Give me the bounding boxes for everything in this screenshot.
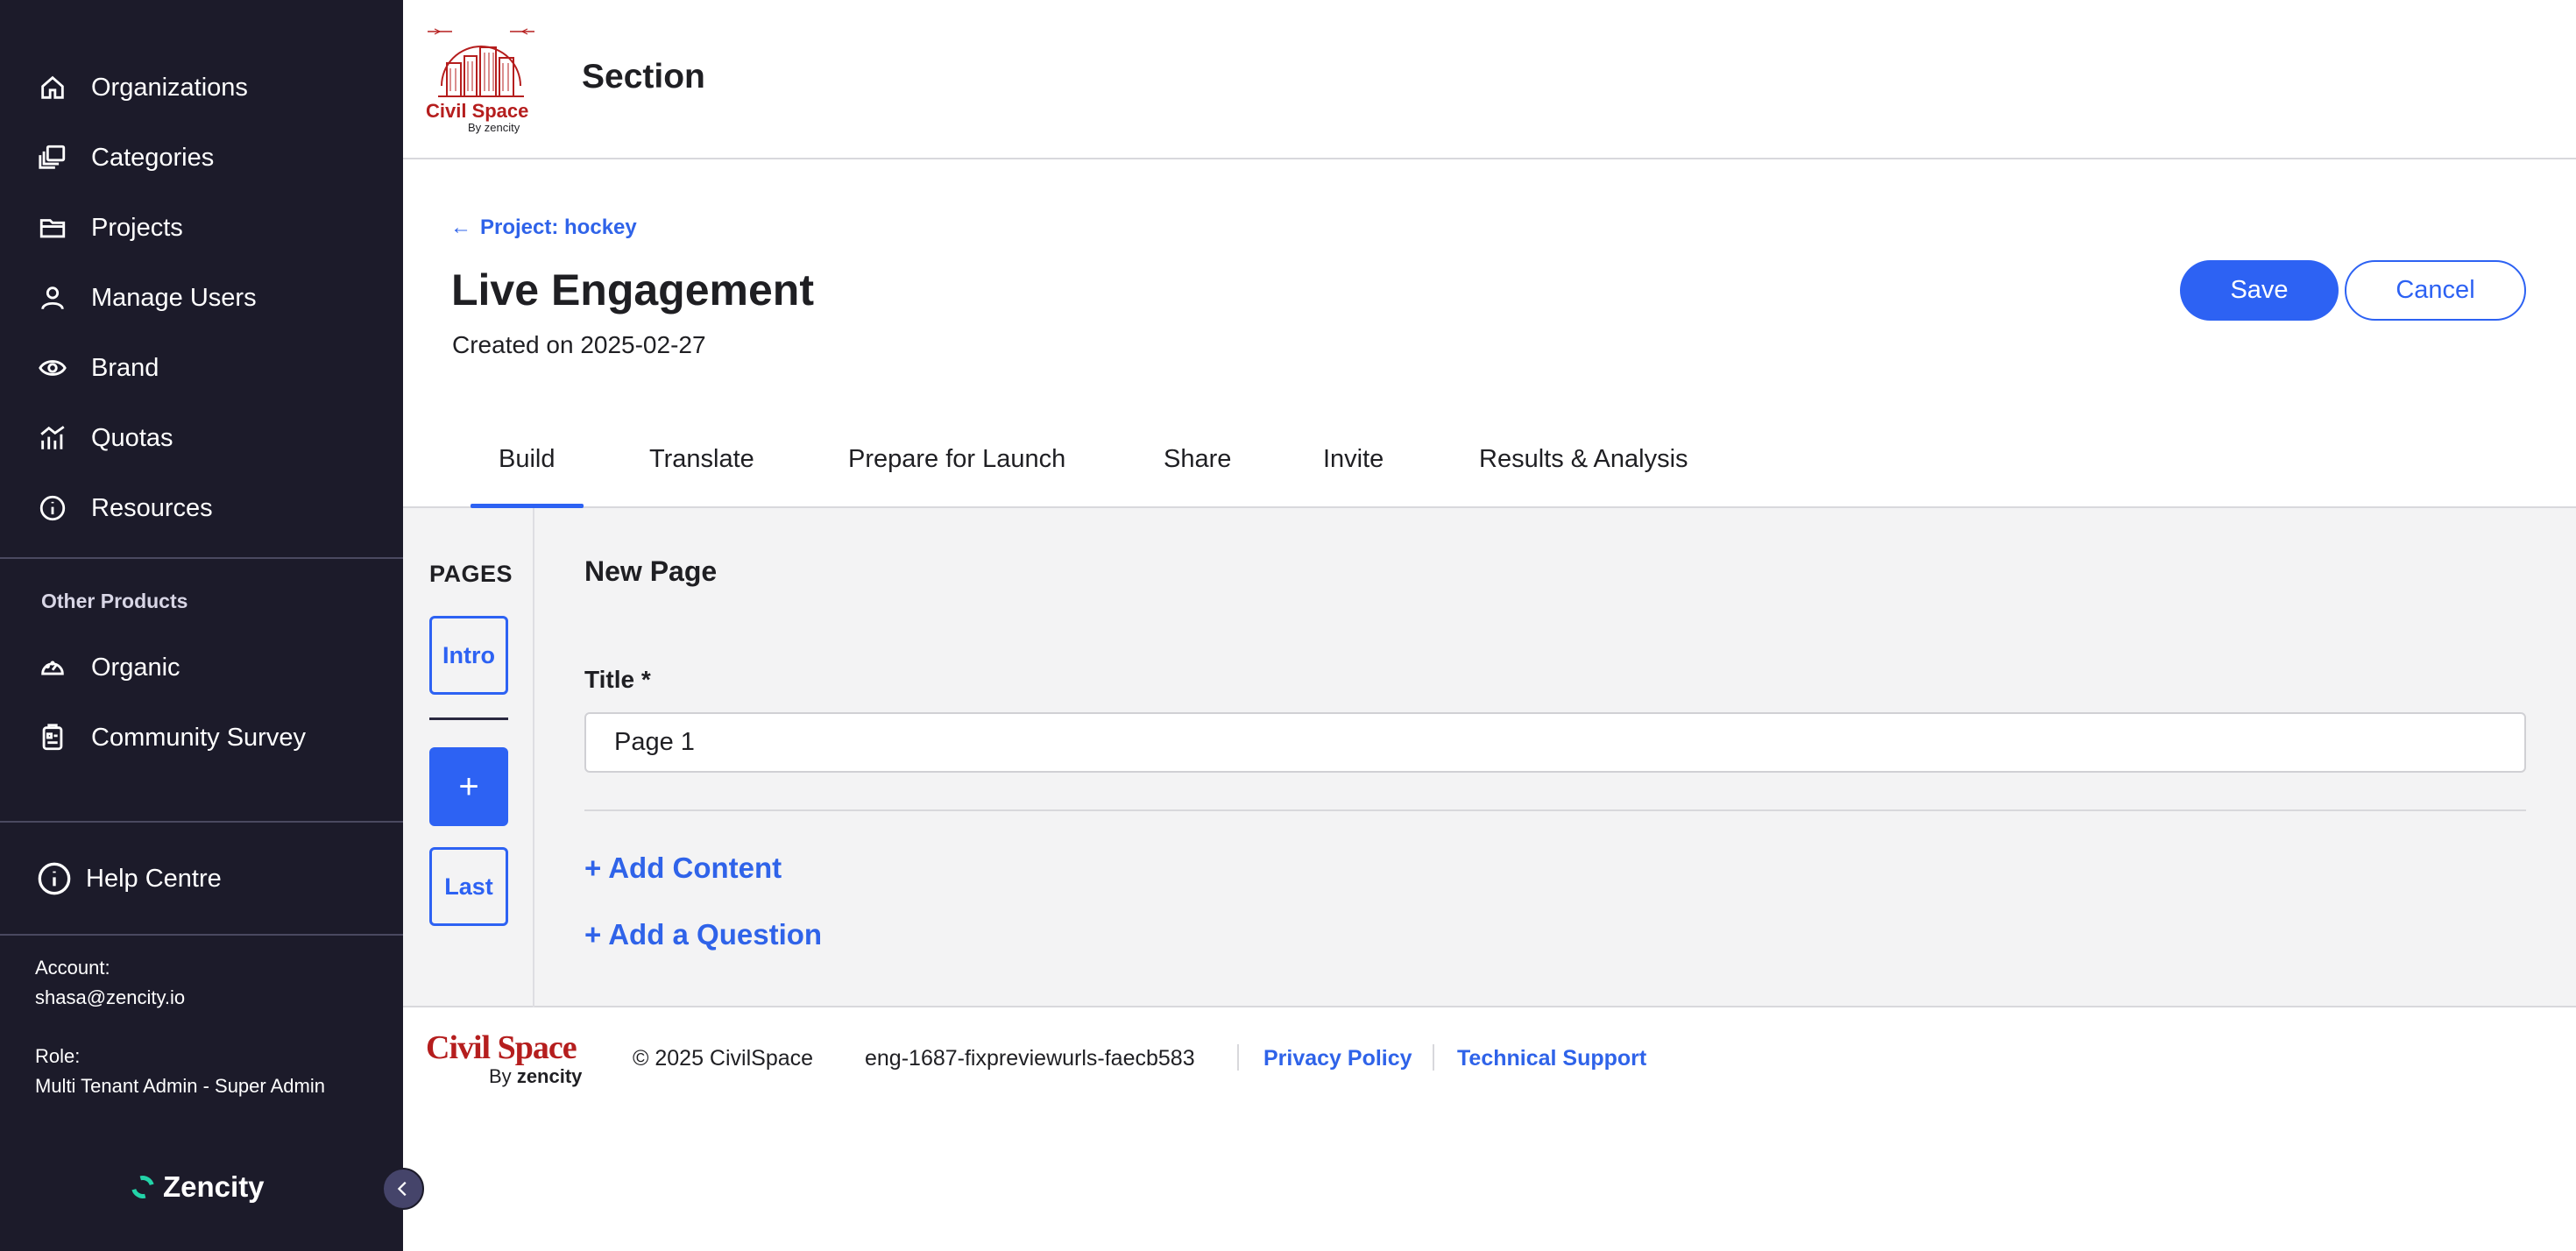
sidebar-item-organic[interactable]: Organic [33,641,180,694]
sidebar-divider [0,557,403,559]
zencity-logo: Zencity [127,1170,265,1204]
account-label: Account: [35,957,110,979]
collapse-sidebar-button[interactable] [382,1168,424,1210]
role-label: Role: [35,1045,81,1067]
cancel-button[interactable]: Cancel [2345,260,2526,321]
sidebar-item-brand[interactable]: Brand [33,342,159,394]
eye-icon [33,349,72,387]
zencity-mark-icon [127,1171,159,1203]
pages-divider [429,717,508,720]
sidebar-item-projects[interactable]: Projects [33,201,183,254]
editor-heading: New Page [584,555,718,587]
add-page-button[interactable]: + [429,747,508,826]
sidebar: Organizations Categories Projects Manage… [0,0,403,1251]
civil-space-logo: Civil Space By zencity [426,21,536,135]
sidebar-item-label: Community Survey [91,723,306,752]
back-link-label: Project: hockey [480,216,637,239]
role-info: Role: Multi Tenant Admin - Super Admin [35,1042,325,1101]
clipboard-icon [33,718,72,757]
save-button[interactable]: Save [2180,260,2339,321]
page-intro-button[interactable]: Intro [429,616,508,695]
editor-divider [584,809,2526,811]
zencity-brand-name: Zencity [163,1170,265,1203]
title-field-label: Title * [584,666,651,693]
sidebar-item-quotas[interactable]: Quotas [33,412,173,464]
gauge-icon [33,648,72,687]
account-email: shasa@zencity.io [35,986,186,1008]
user-icon [33,279,72,317]
add-content-link[interactable]: + Add Content [584,852,782,885]
tab-results-analysis[interactable]: Results & Analysis [1479,445,1688,506]
created-date: Created on 2025-02-27 [452,331,706,358]
sidebar-divider [0,821,403,823]
sidebar-item-label: Manage Users [91,283,257,312]
footer-logo-by: By zencity [489,1065,601,1088]
build-version-text: eng-1687-fixpreviewurls-faecb583 [865,1046,1195,1071]
sidebar-item-categories[interactable]: Categories [33,131,214,184]
help-centre-label: Help Centre [86,864,222,893]
sidebar-item-community-survey[interactable]: Community Survey [33,711,306,764]
pages-label: PAGES [429,561,513,587]
section-title: Section [582,58,705,95]
info-icon [33,489,72,527]
logo-by-text: By zencity [468,121,520,134]
page-last-button[interactable]: Last [429,847,508,926]
sidebar-item-label: Brand [91,353,159,382]
tab-bar: Build Translate Prepare for Launch Share… [403,431,2576,508]
page-title: Live Engagement [451,265,814,315]
stacked-cards-icon [33,138,72,177]
footer-logo: Civil Space By zencity [426,1030,601,1092]
sidebar-item-label: Projects [91,213,183,242]
sidebar-item-label: Organizations [91,73,248,102]
footer-logo-brand: zencity [516,1065,583,1087]
account-info: Account: shasa@zencity.io [35,953,185,1013]
folder-icon [33,208,72,247]
info-circle-icon [35,859,74,898]
footer-separator [1433,1044,1434,1071]
sidebar-item-label: Organic [91,653,180,682]
tab-translate[interactable]: Translate [649,445,754,506]
role-value: Multi Tenant Admin - Super Admin [35,1075,325,1097]
add-question-link[interactable]: + Add a Question [584,918,822,951]
sidebar-item-organizations[interactable]: Organizations [33,61,248,114]
privacy-policy-link[interactable]: Privacy Policy [1263,1046,1412,1071]
tab-build[interactable]: Build [471,445,583,508]
logo-text: Civil Space [426,100,528,122]
copyright-text: © 2025 CivilSpace [633,1046,814,1071]
back-to-project-link[interactable]: ← Project: hockey [450,216,637,240]
sidebar-item-manage-users[interactable]: Manage Users [33,272,257,324]
tab-invite[interactable]: Invite [1323,445,1384,506]
sidebar-item-label: Quotas [91,423,173,452]
chevron-left-icon [397,1181,407,1197]
footer-separator [1237,1044,1239,1071]
technical-support-link[interactable]: Technical Support [1457,1046,1646,1071]
other-products-heading: Other Products [41,590,188,612]
footer-logo-by-label: By [489,1065,512,1087]
chart-icon [33,419,72,457]
pages-panel: PAGES Intro + Last [403,508,534,1007]
footer: Civil Space By zencity © 2025 CivilSpace… [403,1007,2576,1095]
sidebar-item-resources[interactable]: Resources [33,482,213,534]
tab-share[interactable]: Share [1164,445,1231,506]
arrow-left-icon: ← [450,216,471,239]
footer-logo-text: Civil Space [426,1029,577,1066]
tab-prepare-for-launch[interactable]: Prepare for Launch [848,445,1065,506]
home-icon [33,68,72,107]
sidebar-item-label: Resources [91,493,213,522]
title-input[interactable] [584,712,2526,773]
sidebar-divider [0,934,403,936]
sidebar-item-label: Categories [91,143,215,172]
help-centre-link[interactable]: Help Centre [35,852,222,905]
top-header: Civil Space By zencity Section [403,0,2576,159]
